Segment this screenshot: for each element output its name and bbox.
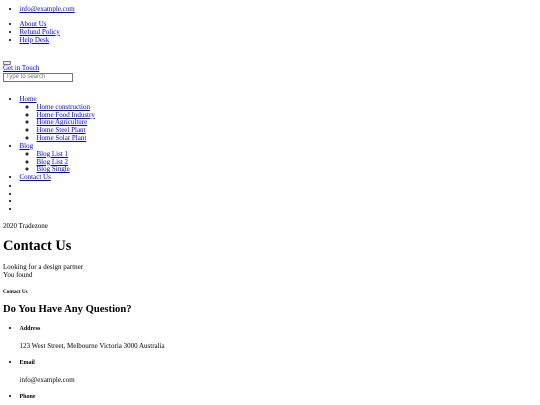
address-item: Address 123 West Street, Melbourne Victo… (20, 324, 165, 351)
blog-list-2-link[interactable]: Blog List 2 (37, 158, 69, 166)
email-heading: Email (19, 360, 35, 366)
address-heading: Address (19, 326, 41, 332)
help-desk-link[interactable]: Help Desk (20, 36, 50, 44)
nav-item-contact: Contact Us (20, 173, 95, 182)
home-agriculture-link[interactable]: Home Agriculture (37, 118, 88, 127)
email-value: info@example.com (19, 376, 75, 384)
address-value: 123 West Street, Melbourne Victoria 3000… (19, 342, 165, 350)
hero-line-2: You found (3, 270, 33, 279)
page-title: Contact Us (3, 238, 72, 254)
home-submenu: Home construction Home Food Industry Hom… (20, 103, 95, 143)
main-nav: Home Home construction Home Food Industr… (3, 95, 95, 182)
nav-contact-link[interactable]: Contact Us (20, 173, 51, 181)
home-food-industry-link[interactable]: Home Food Industry (37, 111, 95, 119)
phone-heading: Phone (19, 394, 36, 400)
refund-policy-link[interactable]: Refund Policy (20, 28, 60, 36)
email-item: Email info@example.com (20, 358, 165, 385)
get-in-touch-link[interactable]: Get in Touch (3, 64, 39, 73)
submenu-item: Home Solar Plant (37, 134, 95, 143)
hero-text: Looking for a design partner You found (3, 263, 83, 280)
blog-single-link[interactable]: Blog Single (37, 165, 70, 174)
home-solar-plant-link[interactable]: Home Solar Plant (37, 134, 87, 142)
top-link-item: Help Desk (20, 36, 60, 45)
copyright-text: 2020 Tradezone (3, 222, 48, 230)
top-links-list: About Us Refund Policy Help Desk (3, 20, 60, 45)
social-list (3, 183, 20, 213)
section-tag: Contact Us (3, 289, 28, 295)
top-email-link[interactable]: info@example.com (20, 5, 75, 13)
top-contact-list: info@example.com (3, 5, 75, 14)
blog-submenu: Blog List 1 Blog List 2 Blog Single (20, 150, 95, 174)
phone-item: Phone (20, 392, 165, 402)
home-construction-link[interactable]: Home construction (37, 103, 90, 111)
contact-info-list: Address 123 West Street, Melbourne Victo… (3, 324, 165, 402)
nav-blog-link[interactable]: Blog (20, 142, 34, 150)
home-steel-plant-link[interactable]: Home Steel Plant (37, 126, 86, 134)
nav-item-blog: Blog Blog List 1 Blog List 2 Blog Single (20, 142, 95, 174)
nav-item-home: Home Home construction Home Food Industr… (20, 95, 95, 143)
nav-home-link[interactable]: Home (20, 95, 37, 103)
search-input[interactable] (3, 73, 73, 82)
section-title: Do You Have Any Question? (3, 304, 132, 315)
about-us-link[interactable]: About Us (20, 20, 47, 28)
top-email-item: info@example.com (20, 5, 75, 14)
blog-list-1-link[interactable]: Blog List 1 (37, 150, 69, 158)
